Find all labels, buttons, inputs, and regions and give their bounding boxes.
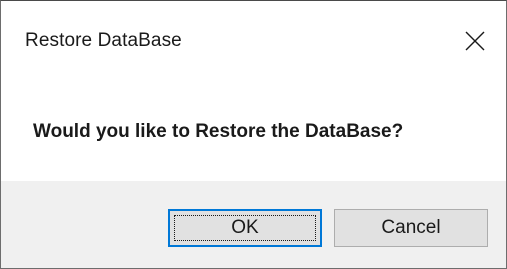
cancel-button-label: Cancel [381, 217, 441, 238]
title-bar[interactable]: Restore DataBase [1, 1, 506, 81]
close-button[interactable] [444, 11, 506, 71]
close-icon [465, 31, 485, 51]
ok-button[interactable]: OK [168, 209, 322, 247]
confirmation-message: Would you like to Restore the DataBase? [33, 121, 404, 142]
ok-button-label: OK [231, 217, 259, 238]
button-bar: OK Cancel [1, 181, 506, 268]
dialog-body: Would you like to Restore the DataBase? [1, 81, 506, 181]
window-title: Restore DataBase [25, 30, 182, 51]
cancel-button[interactable]: Cancel [334, 209, 488, 247]
restore-database-dialog: Restore DataBase Would you like to Resto… [0, 0, 507, 269]
